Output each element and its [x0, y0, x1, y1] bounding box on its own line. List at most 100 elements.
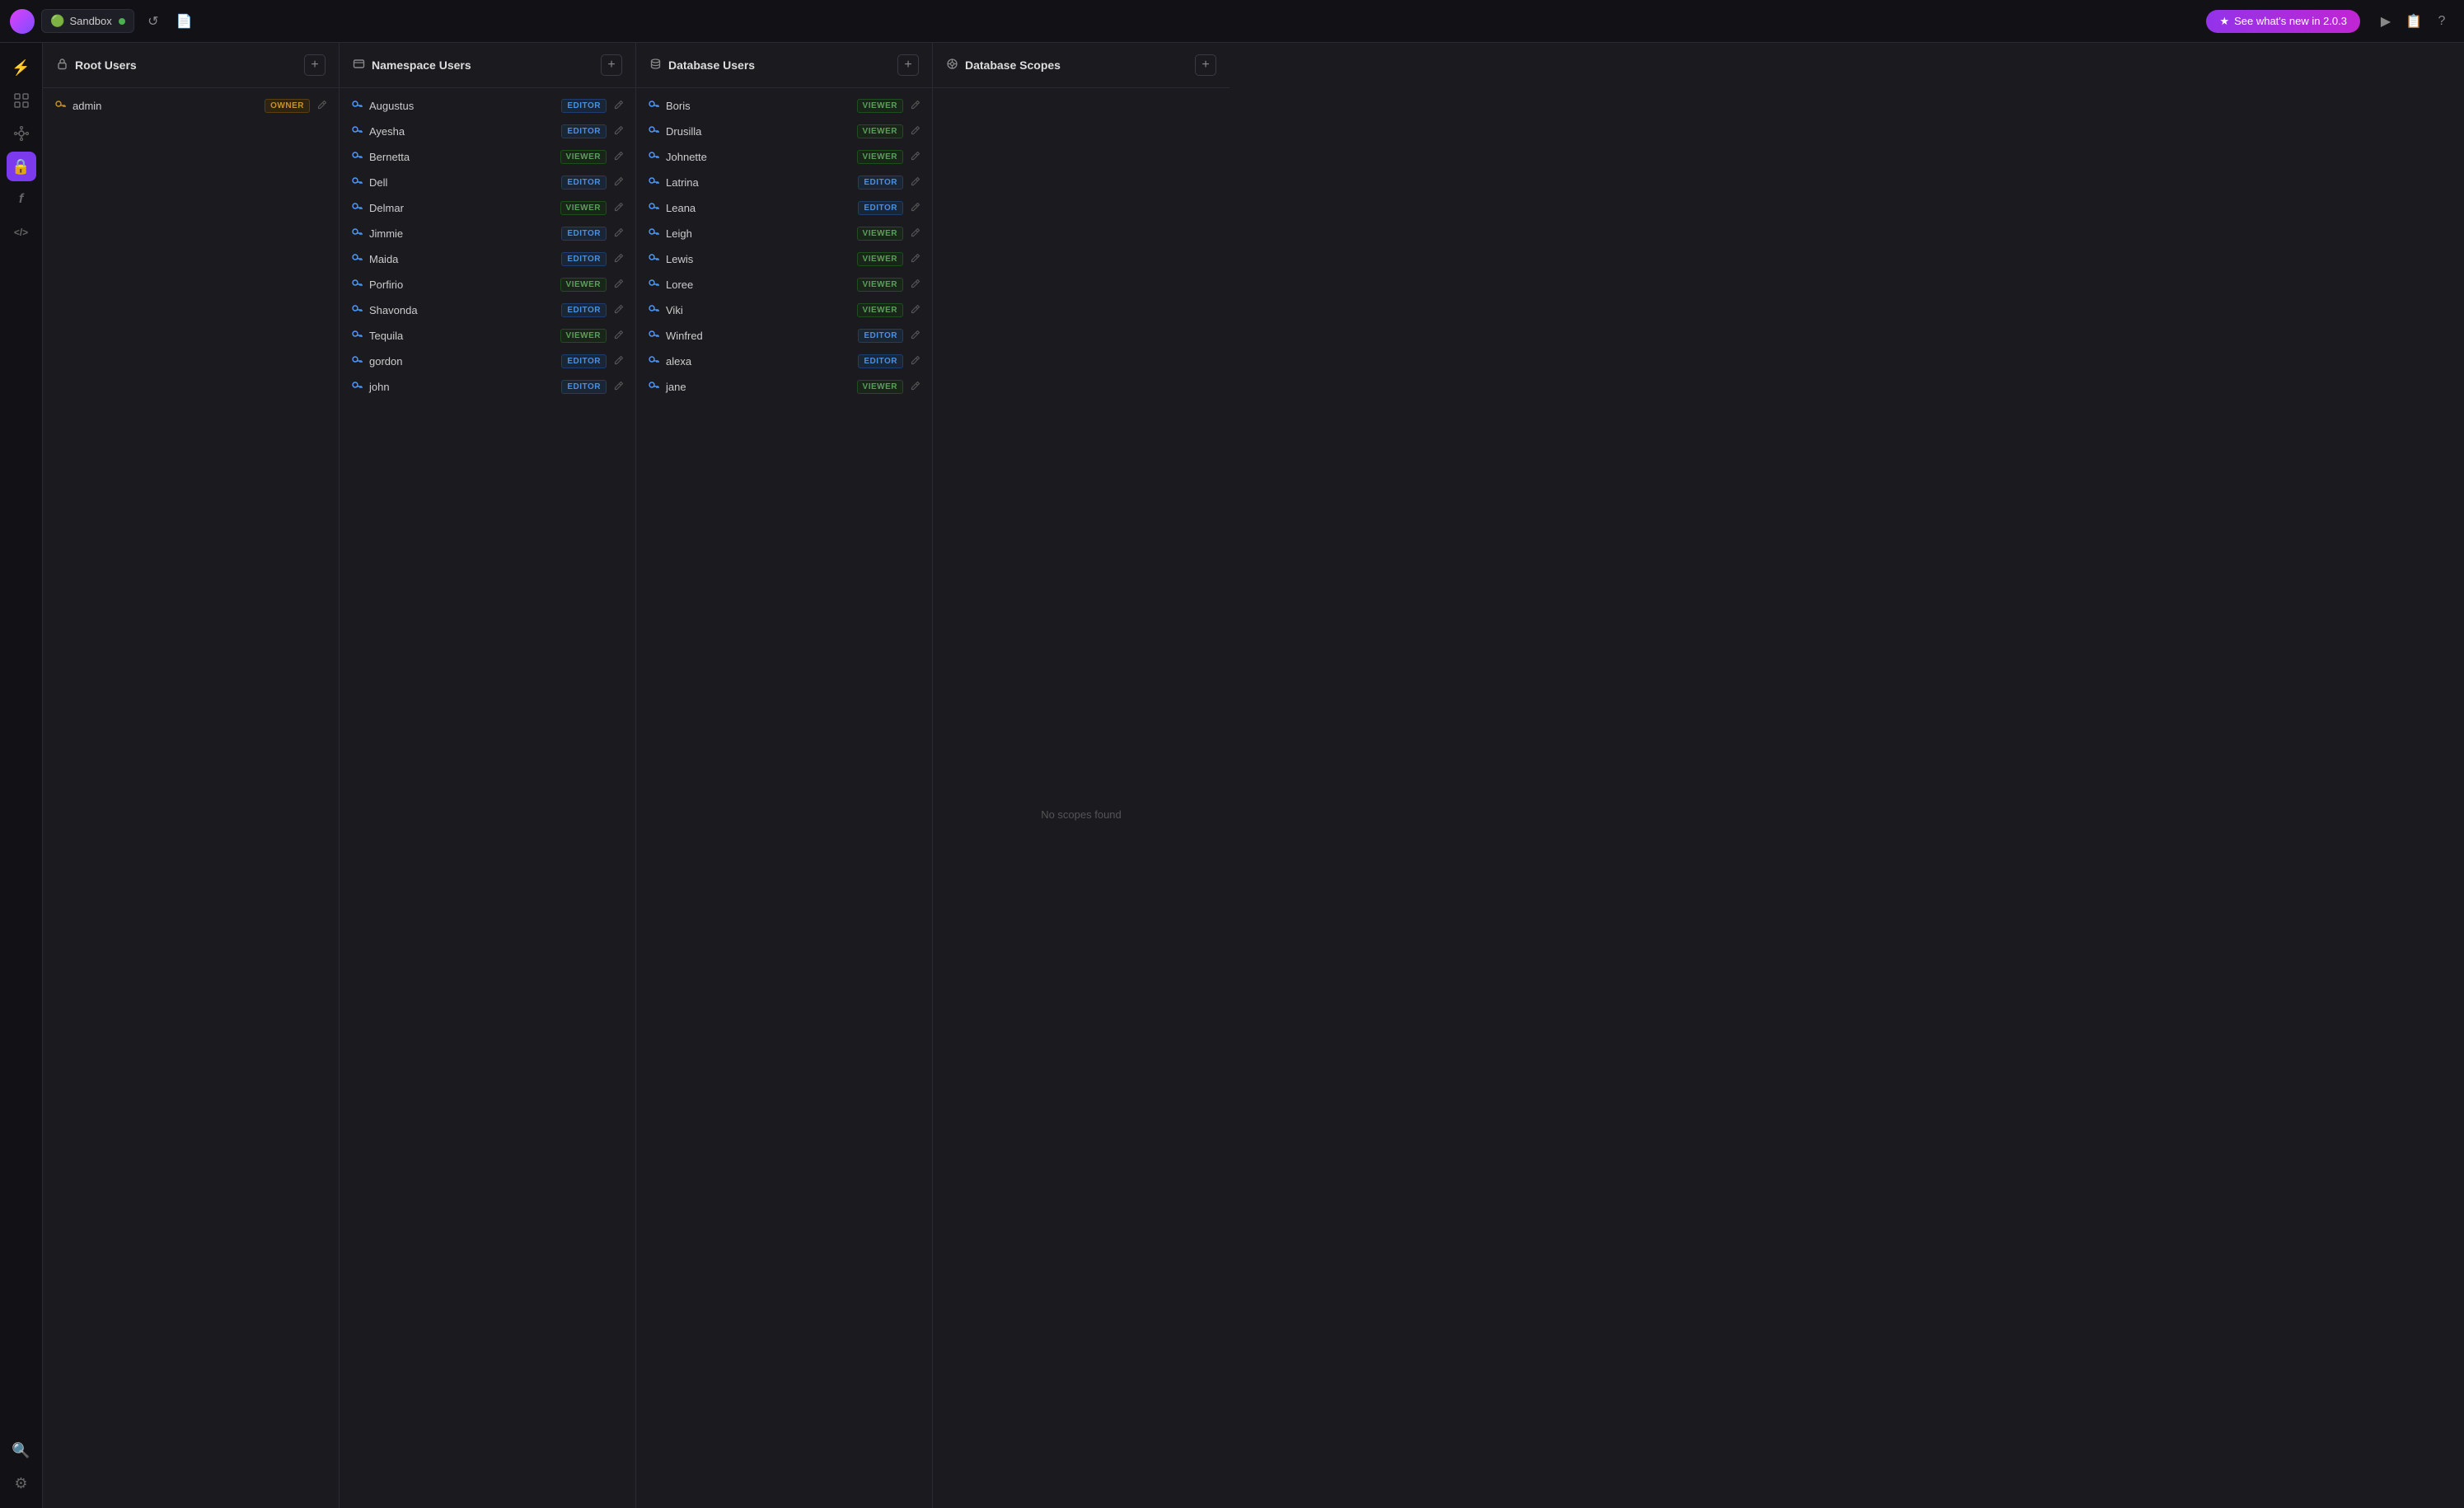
help-button[interactable]: ?: [2429, 9, 2454, 34]
edit-button[interactable]: [910, 381, 920, 394]
edit-button[interactable]: [910, 176, 920, 190]
user-row[interactable]: DellEDITOR: [340, 170, 635, 195]
sidebar-item-search[interactable]: 🔍: [7, 1435, 36, 1465]
key-icon: [648, 99, 659, 113]
key-icon: [648, 329, 659, 343]
user-name: Boris: [666, 100, 850, 112]
sidebar-item-nodes[interactable]: [7, 119, 36, 148]
user-row[interactable]: janeVIEWER: [636, 374, 932, 400]
user-name: alexa: [666, 355, 851, 368]
edit-button[interactable]: [613, 176, 624, 190]
edit-button[interactable]: [613, 100, 624, 113]
user-row[interactable]: JohnetteVIEWER: [636, 144, 932, 170]
panel-body-namespace-users: AugustusEDITORAyeshaEDITORBernettaVIEWER…: [340, 88, 635, 1508]
role-badge: EDITOR: [858, 354, 903, 368]
panel-title-root-users: Root Users: [75, 59, 297, 72]
edit-button[interactable]: [910, 330, 920, 343]
edit-button[interactable]: [910, 227, 920, 241]
key-icon: [648, 150, 659, 164]
role-badge: VIEWER: [560, 150, 607, 164]
user-row[interactable]: AyeshaEDITOR: [340, 119, 635, 144]
key-icon: [351, 124, 363, 138]
user-name: john: [369, 381, 555, 393]
user-name: Jimmie: [369, 227, 555, 240]
avatar: [10, 9, 35, 34]
role-badge: VIEWER: [857, 227, 903, 241]
user-row[interactable]: LatrinaEDITOR: [636, 170, 932, 195]
panel-database-users: Database Users+BorisVIEWERDrusillaVIEWER…: [636, 43, 933, 1508]
user-row[interactable]: WinfredEDITOR: [636, 323, 932, 349]
edit-button[interactable]: [910, 279, 920, 292]
sidebar-item-lock[interactable]: 🔒: [7, 152, 36, 181]
user-row[interactable]: LewisVIEWER: [636, 246, 932, 272]
role-badge: VIEWER: [857, 150, 903, 164]
key-icon: [351, 252, 363, 266]
edit-button[interactable]: [910, 355, 920, 368]
user-row[interactable]: LoreeVIEWER: [636, 272, 932, 297]
edit-button[interactable]: [613, 381, 624, 394]
role-badge: VIEWER: [857, 124, 903, 138]
edit-button[interactable]: [910, 100, 920, 113]
play-button[interactable]: ▶: [2373, 9, 2398, 34]
edit-button[interactable]: [910, 304, 920, 317]
sidebar-item-code[interactable]: </>: [7, 218, 36, 247]
sidebar-bottom: 🔍 ⚙: [7, 1435, 36, 1498]
sidebar-item-function[interactable]: f: [7, 185, 36, 214]
user-name: admin: [73, 100, 258, 112]
edit-button[interactable]: [613, 279, 624, 292]
user-row[interactable]: PorfirioVIEWER: [340, 272, 635, 297]
user-row[interactable]: VikiVIEWER: [636, 297, 932, 323]
sandbox-button[interactable]: 🟢 Sandbox: [41, 9, 134, 33]
user-row[interactable]: AugustusEDITOR: [340, 93, 635, 119]
user-row[interactable]: ShavondaEDITOR: [340, 297, 635, 323]
user-row[interactable]: DrusillaVIEWER: [636, 119, 932, 144]
edit-button[interactable]: [613, 330, 624, 343]
user-row[interactable]: johnEDITOR: [340, 374, 635, 400]
panel-add-button-database-users[interactable]: +: [897, 54, 919, 76]
file-button[interactable]: 📄: [172, 9, 197, 34]
sidebar-item-home[interactable]: ⚡: [7, 53, 36, 82]
edit-button[interactable]: [613, 253, 624, 266]
user-row[interactable]: LeighVIEWER: [636, 221, 932, 246]
panel-header-root-users: Root Users +: [43, 43, 339, 88]
panel-database-scopes: Database Scopes+No scopes found: [933, 43, 1230, 1508]
user-row[interactable]: JimmieEDITOR: [340, 221, 635, 246]
edit-button[interactable]: [613, 151, 624, 164]
panel-header-namespace-users: Namespace Users+: [340, 43, 635, 88]
user-row[interactable]: BernettaVIEWER: [340, 144, 635, 170]
panel-add-button-namespace-users[interactable]: +: [601, 54, 622, 76]
sidebar-item-grid[interactable]: [7, 86, 36, 115]
sidebar: ⚡ 🔒 f </> �: [0, 43, 43, 1508]
edit-button[interactable]: [613, 304, 624, 317]
docs-button[interactable]: 📋: [2401, 9, 2426, 34]
sidebar-item-settings[interactable]: ⚙: [7, 1468, 36, 1498]
panel-add-button-database-scopes[interactable]: +: [1195, 54, 1216, 76]
key-icon: [648, 227, 659, 241]
role-badge: EDITOR: [561, 252, 607, 266]
edit-button[interactable]: [910, 202, 920, 215]
user-row[interactable]: BorisVIEWER: [636, 93, 932, 119]
user-name: Tequila: [369, 330, 554, 342]
user-row[interactable]: MaidaEDITOR: [340, 246, 635, 272]
edit-button[interactable]: [910, 125, 920, 138]
edit-button[interactable]: [613, 202, 624, 215]
edit-button[interactable]: [613, 355, 624, 368]
panel-add-button-root-users[interactable]: +: [304, 54, 326, 76]
undo-button[interactable]: ↺: [141, 9, 166, 34]
role-badge: VIEWER: [560, 329, 607, 343]
edit-button[interactable]: [910, 253, 920, 266]
edit-button[interactable]: [613, 125, 624, 138]
edit-button[interactable]: [613, 227, 624, 241]
user-row[interactable]: LeanaEDITOR: [636, 195, 932, 221]
new-version-badge[interactable]: ★ See what's new in 2.0.3: [2206, 10, 2360, 33]
user-row[interactable]: Tequila VIEWER: [340, 323, 635, 349]
edit-button[interactable]: [316, 100, 327, 113]
user-row[interactable]: gordonEDITOR: [340, 349, 635, 374]
user-row[interactable]: DelmarVIEWER: [340, 195, 635, 221]
edit-button[interactable]: [910, 151, 920, 164]
topbar: 🟢 Sandbox ↺ 📄 ★ See what's new in 2.0.3 …: [0, 0, 2464, 43]
sandbox-status-dot: [119, 18, 125, 25]
user-row[interactable]: alexa EDITOR: [636, 349, 932, 374]
panel-body-database-scopes: No scopes found: [933, 88, 1230, 1508]
user-row[interactable]: adminOWNER: [43, 93, 339, 119]
